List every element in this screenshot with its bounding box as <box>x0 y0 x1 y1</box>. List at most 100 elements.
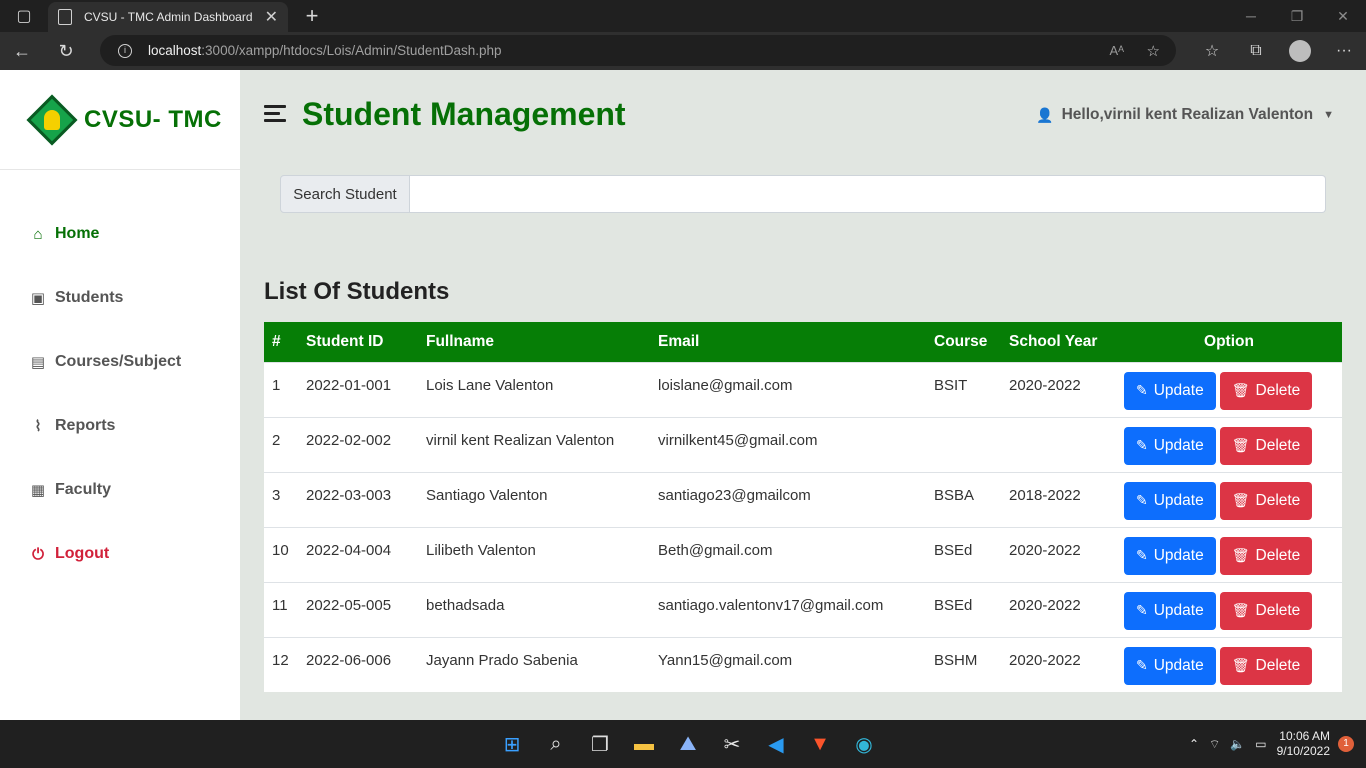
battery-icon[interactable]: ▭ <box>1255 737 1266 751</box>
brave-icon[interactable]: ▼ <box>798 722 842 766</box>
sidebar-item-logout[interactable]: ⏻ Logout <box>0 522 240 586</box>
new-tab-button[interactable]: + <box>294 3 330 29</box>
update-button[interactable]: ✎ Update <box>1124 646 1216 685</box>
update-label: Update <box>1153 546 1204 564</box>
update-button[interactable]: ✎ Update <box>1124 536 1216 575</box>
url-field[interactable]: i localhost:3000/xampp/htdocs/Lois/Admin… <box>100 35 1176 66</box>
update-button[interactable]: ✎ Update <box>1124 591 1216 630</box>
cell-course: BSBA <box>934 486 975 504</box>
page-icon <box>58 9 72 25</box>
snipping-tool-icon[interactable]: ✂ <box>710 722 754 766</box>
main-content: Student Management 👤 Hello,virnil kent R… <box>240 70 1366 720</box>
home-icon: ⌂ <box>33 225 43 243</box>
browser-tab[interactable]: CVSU - TMC Admin Dashboard ✕ <box>48 2 288 32</box>
brand[interactable]: CVSU- TMC <box>0 70 240 170</box>
url-path: :3000/xampp/htdocs/Lois/Admin/StudentDas… <box>201 43 502 58</box>
cell-fullname: Santiago Valenton <box>426 486 548 504</box>
more-icon[interactable]: ··· <box>1322 42 1366 60</box>
profile-avatar[interactable] <box>1289 40 1311 62</box>
delete-label: Delete <box>1255 656 1301 674</box>
chevron-up-icon[interactable]: ⌃ <box>1189 737 1199 751</box>
cell-options: ✎ Update 🗑 Delete <box>1116 582 1342 637</box>
cvsu-logo <box>26 94 78 145</box>
page-title: Student Management <box>302 96 626 132</box>
read-aloud-icon[interactable]: Aᴬ <box>1109 43 1124 58</box>
delete-button[interactable]: 🗑 Delete <box>1219 591 1313 630</box>
update-button[interactable]: ✎ Update <box>1124 426 1216 465</box>
delete-button[interactable]: 🗑 Delete <box>1219 481 1313 520</box>
cell-options: ✎ Update 🗑 Delete <box>1116 417 1342 472</box>
cell-fullname: Lois Lane Valenton <box>426 376 554 394</box>
cell-school-year: 2018-2022 <box>1009 486 1081 504</box>
delete-button[interactable]: 🗑 Delete <box>1219 371 1313 410</box>
col-course: Course <box>934 332 988 350</box>
user-greeting: Hello,virnil kent Realizan Valenton <box>1061 106 1314 123</box>
trash-icon: 🗑 <box>1231 382 1250 398</box>
table-row: 3 2022-03-003 Santiago Valenton santiago23@… <box>264 472 1342 527</box>
sidebar-item-courses[interactable]: ▤ Courses/Subject <box>0 330 240 394</box>
favorites-icon[interactable]: ☆ <box>1190 41 1234 61</box>
students-icon: ▣ <box>30 290 46 307</box>
update-button[interactable]: ✎ Update <box>1124 371 1216 410</box>
delete-button[interactable]: 🗑 Delete <box>1219 536 1313 575</box>
sidebar-item-label: Courses/Subject <box>55 353 182 370</box>
task-view-icon[interactable]: ❐ <box>578 722 622 766</box>
start-icon[interactable]: ⊞ <box>490 722 534 766</box>
table-row: 1 2022-01-001 Lois Lane Valenton loislane@g… <box>264 362 1342 417</box>
collections-icon[interactable]: ⧉ <box>1234 42 1278 60</box>
edit-icon: ✎ <box>1136 382 1148 398</box>
volume-icon[interactable]: 🔈 <box>1230 737 1245 751</box>
power-icon: ⏻ <box>32 545 44 563</box>
delete-button[interactable]: 🗑 Delete <box>1219 646 1313 685</box>
notification-badge[interactable]: 1 <box>1338 736 1354 752</box>
sidebar-item-students[interactable]: ▣ Students <box>0 266 240 330</box>
minimize-icon[interactable]: ─ <box>1228 0 1274 32</box>
add-favorite-icon[interactable]: ☆ <box>1147 42 1160 60</box>
faculty-icon: ▦ <box>30 482 46 499</box>
delete-label: Delete <box>1255 546 1301 564</box>
file-explorer-icon[interactable]: ▬ <box>622 722 666 766</box>
search-group: Search Student <box>280 175 1326 213</box>
close-window-icon[interactable]: ✕ <box>1320 0 1366 32</box>
sidebar-item-home[interactable]: ⌂ Home <box>0 202 240 266</box>
table-row: 12 2022-06-006 Jayann Prado Sabenia Yann15@… <box>264 637 1342 692</box>
menu-toggle-icon[interactable] <box>264 105 286 126</box>
cell-fullname: bethadsada <box>426 596 505 614</box>
cell-number: 3 <box>272 486 281 504</box>
wifi-icon[interactable]: ⌔ <box>1209 737 1220 752</box>
cell-options: ✎ Update 🗑 Delete <box>1116 472 1342 527</box>
update-button[interactable]: ✎ Update <box>1124 481 1216 520</box>
user-icon: 👤 <box>1036 106 1054 123</box>
sidebar-item-faculty[interactable]: ▦ Faculty <box>0 458 240 522</box>
update-label: Update <box>1153 491 1204 509</box>
clock-date: 9/10/2022 <box>1276 744 1330 758</box>
col-email: Email <box>658 332 700 350</box>
back-icon[interactable]: ← <box>0 41 44 62</box>
cell-options: ✎ Update 🗑 Delete <box>1116 637 1342 692</box>
cell-number: 11 <box>272 596 288 614</box>
search-icon[interactable]: ⌕ <box>534 722 578 766</box>
col-number: # <box>272 332 281 350</box>
user-dropdown[interactable]: 👤 Hello,virnil kent Realizan Valenton ▼ <box>1036 106 1334 124</box>
cell-number: 1 <box>272 376 281 394</box>
vscode-icon[interactable]: ◀ <box>754 722 798 766</box>
taskbar: ⊞ ⌕ ❐ ▬ ⛰ ✂ ◀ ▼ ◉ ⌃ ⌔ 🔈 ▭ 10:06 AM 9/10/… <box>0 720 1366 768</box>
close-tab-icon[interactable]: ✕ <box>265 7 278 27</box>
info-icon[interactable]: i <box>118 43 132 58</box>
restore-icon[interactable]: ❐ <box>1274 0 1320 32</box>
edit-icon: ✎ <box>1136 437 1148 453</box>
sidebar-item-reports[interactable]: ⌇ Reports <box>0 394 240 458</box>
cell-number: 12 <box>272 651 289 669</box>
system-tray: ⌃ ⌔ 🔈 ▭ 10:06 AM 9/10/2022 1 <box>1189 720 1366 768</box>
photos-icon[interactable]: ⛰ <box>666 722 710 766</box>
edit-icon: ✎ <box>1136 547 1148 563</box>
brand-name: CVSU- TMC <box>84 105 222 133</box>
tab-actions-button[interactable]: ▢ <box>0 0 48 32</box>
clock[interactable]: 10:06 AM 9/10/2022 <box>1277 729 1330 759</box>
update-label: Update <box>1153 601 1204 619</box>
search-input[interactable] <box>410 175 1326 213</box>
edge-icon[interactable]: ◉ <box>842 722 886 766</box>
table-row: 11 2022-05-005 bethadsada santiago.valenton… <box>264 582 1342 637</box>
refresh-icon[interactable]: ↻ <box>44 41 88 62</box>
delete-button[interactable]: 🗑 Delete <box>1219 426 1313 465</box>
